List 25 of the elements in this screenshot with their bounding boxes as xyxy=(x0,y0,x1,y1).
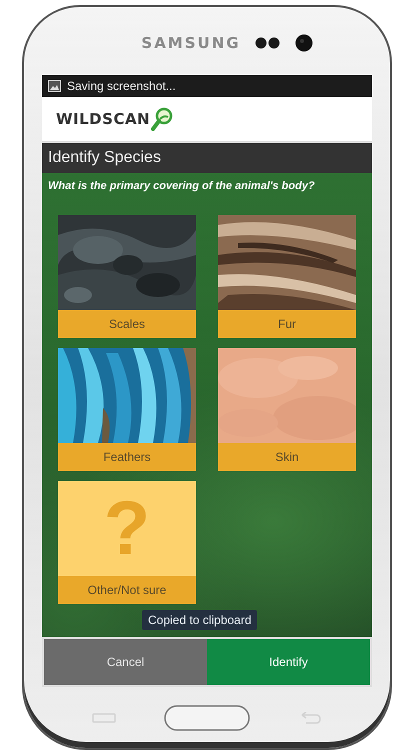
option-tile[interactable]: Fur xyxy=(218,215,356,338)
magnifier-icon xyxy=(151,107,174,131)
identify-button[interactable]: Identify xyxy=(207,639,370,685)
option-label: Feathers xyxy=(58,443,196,471)
option-tile[interactable]: Skin xyxy=(218,348,356,471)
cancel-button[interactable]: Cancel xyxy=(44,639,207,685)
toast-message: Copied to clipboard xyxy=(142,610,258,630)
image-icon xyxy=(48,80,61,92)
option-tile[interactable]: Feathers xyxy=(58,348,196,471)
option-label: Scales xyxy=(58,310,196,338)
camera-icon xyxy=(294,34,313,52)
option-tile[interactable]: ? Other/Not sure xyxy=(58,481,196,604)
option-label: Skin xyxy=(218,443,356,471)
question-text: What is the primary covering of the animal's body? xyxy=(47,178,316,194)
option-label: Fur xyxy=(218,310,356,338)
notification-text: Saving screenshot... xyxy=(67,79,176,93)
app-logo: WILDSCAN xyxy=(56,110,150,128)
home-button[interactable] xyxy=(164,704,250,730)
option-tile[interactable]: Scales xyxy=(58,215,196,338)
menu-key-icon[interactable] xyxy=(92,712,116,722)
sensor-icon xyxy=(254,37,281,49)
screen-title: Identify Species xyxy=(42,143,372,173)
brand-text: SAMSUNG xyxy=(141,34,241,52)
option-label: Other/Not sure xyxy=(58,576,196,604)
question-mark-icon: ? xyxy=(104,490,150,566)
